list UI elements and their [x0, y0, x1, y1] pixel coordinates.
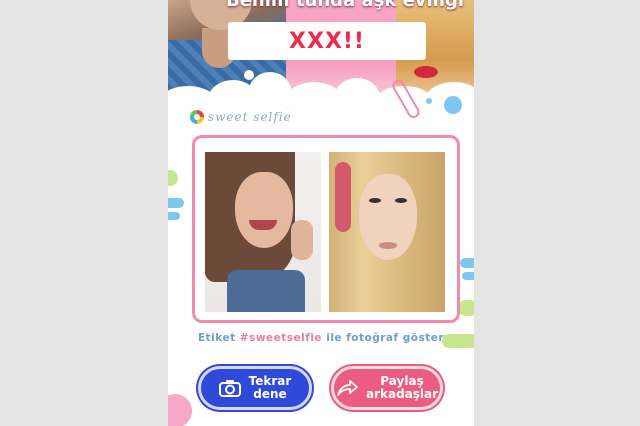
- decor-pill: [168, 212, 180, 220]
- decor-pill: [168, 170, 178, 186]
- result-text: XXX!!: [289, 28, 365, 54]
- match-photo-right: [329, 152, 445, 312]
- result-banner: Benim tünda aşk evlilgi XXX!!: [168, 0, 474, 108]
- decor-dot: [444, 96, 462, 114]
- share-arrow-icon: [336, 379, 358, 397]
- app-logo: sweet selfie: [190, 110, 292, 124]
- tagline-suffix: ile fotoğraf göster: [322, 332, 445, 344]
- app-screen: Benim tünda aşk evlilgi XXX!! sweet self…: [168, 0, 474, 426]
- tagline-hashtag: #sweetselfie: [239, 332, 323, 344]
- result-box: XXX!!: [228, 22, 426, 60]
- logo-icon: [190, 110, 204, 124]
- tagline-prefix: Etiket: [197, 332, 240, 344]
- share-button[interactable]: Paylaş arkadaşlar: [331, 366, 443, 410]
- decor-pill: [168, 198, 184, 208]
- decor-pill: [460, 258, 474, 268]
- camera-icon: [218, 379, 241, 397]
- decor-pill: [462, 272, 474, 280]
- retry-button-label: Tekrar dene: [248, 374, 292, 401]
- logo-text: sweet selfie: [208, 110, 292, 124]
- share-button-label: Paylaş arkadaşlar: [365, 374, 439, 401]
- retry-button[interactable]: Tekrar dene: [198, 366, 312, 410]
- hashtag-tagline: Etiket #sweetselfie ile fotoğraf göster: [168, 332, 474, 344]
- banner-title: Benim tünda aşk evlilgi: [226, 0, 465, 11]
- selfie-photo-left: [205, 152, 321, 312]
- decor-pill: [168, 394, 192, 426]
- photo-frame: [192, 135, 460, 323]
- decor-dot: [426, 98, 432, 104]
- decor-pill: [458, 300, 474, 316]
